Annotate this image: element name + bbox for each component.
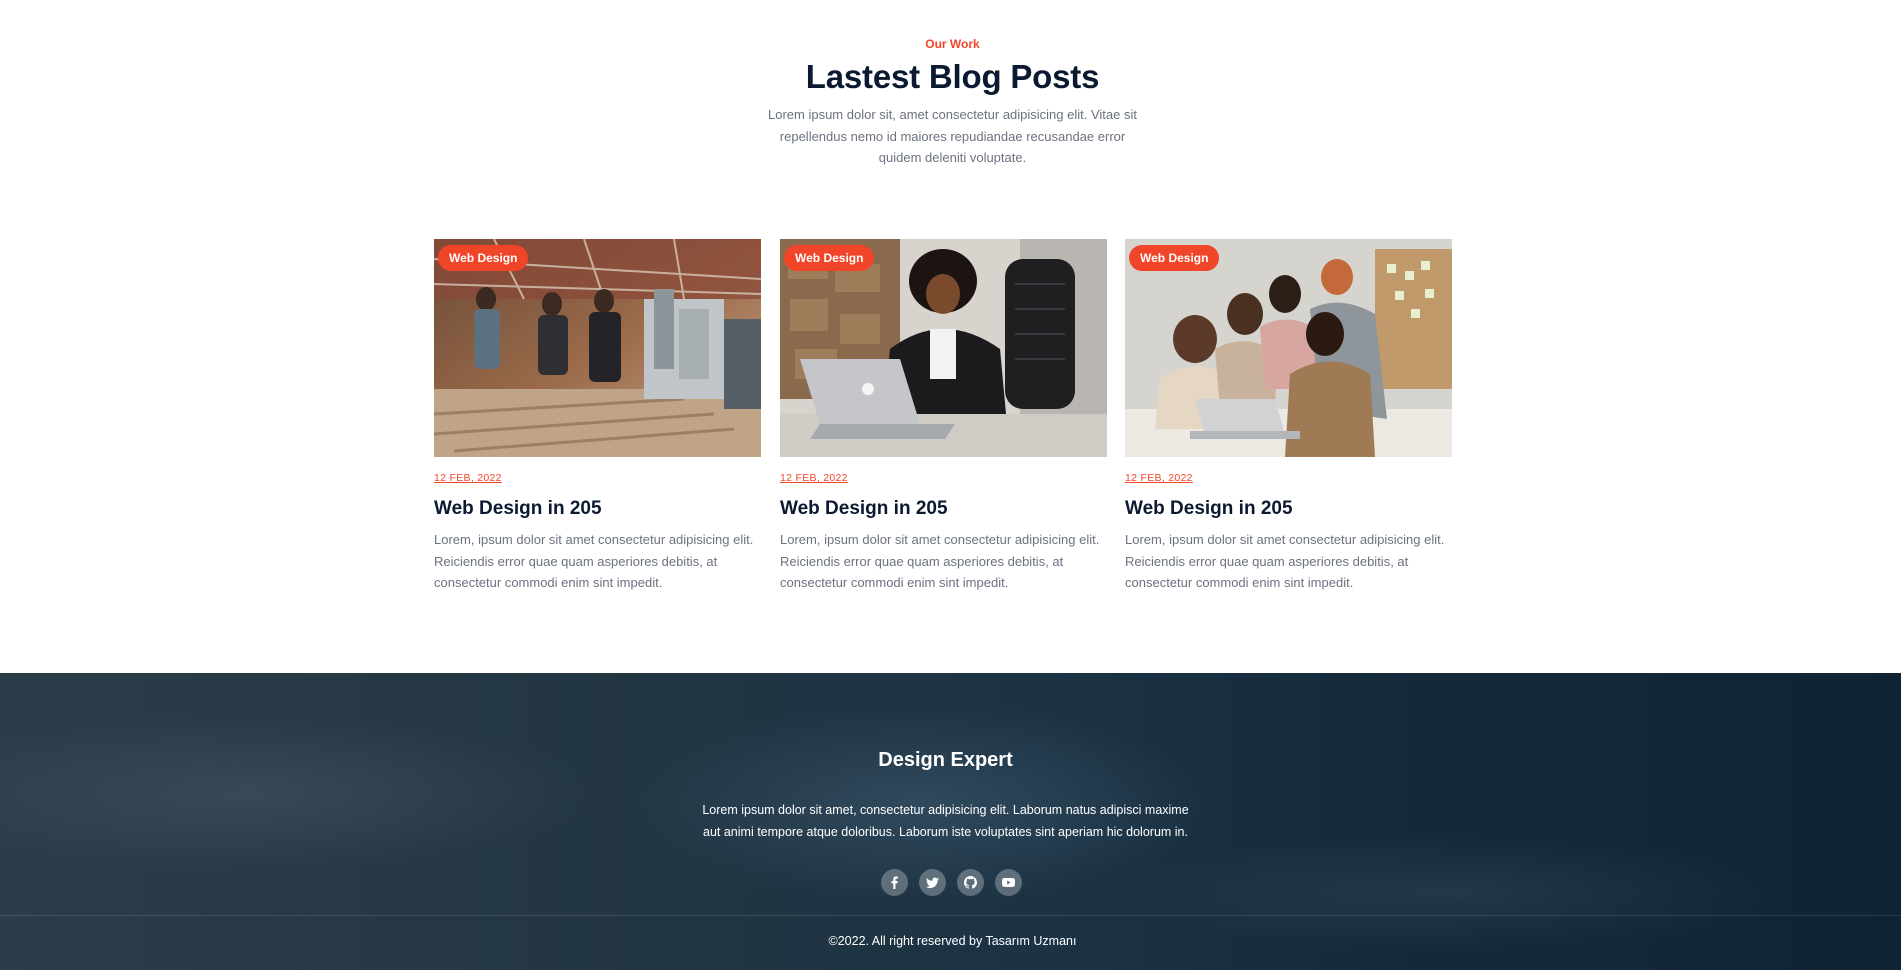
section-title: Lastest Blog Posts (805, 58, 1100, 95)
post-title[interactable]: Web Design in 205 (1125, 498, 1452, 520)
social-links (881, 869, 1022, 896)
footer-description: Lorem ipsum dolor sit amet, consectetur … (702, 803, 1189, 839)
section-eyebrow: Our Work (925, 37, 980, 51)
post-date[interactable]: 12 FEB, 2022 (780, 472, 848, 484)
post-date[interactable]: 12 FEB, 2022 (434, 472, 502, 484)
copyright-text: ©2022. All right reserved by Tasarım Uzm… (828, 934, 1077, 948)
post-excerpt: Lorem, ipsum dolor sit amet consectetur … (434, 532, 754, 590)
post-title[interactable]: Web Design in 205 (434, 498, 761, 520)
post-excerpt: Lorem, ipsum dolor sit amet consectetur … (780, 532, 1100, 590)
category-tag[interactable]: Web Design (784, 245, 875, 271)
post-title[interactable]: Web Design in 205 (780, 498, 1107, 520)
site-footer: Design Expert Lorem ipsum dolor sit amet… (0, 673, 1901, 970)
youtube-icon[interactable] (995, 869, 1022, 896)
github-icon[interactable] (957, 869, 984, 896)
blog-card[interactable]: Web Design 12 FEB, 2022 Web Design in 20… (434, 239, 761, 594)
facebook-icon[interactable] (881, 869, 908, 896)
post-excerpt: Lorem, ipsum dolor sit amet consectetur … (1125, 532, 1445, 590)
category-tag[interactable]: Web Design (1129, 245, 1220, 271)
footer-divider (0, 915, 1901, 916)
footer-background (0, 713, 600, 873)
footer-brand-title: Design Expert (878, 749, 1013, 771)
post-image-workshop[interactable]: Web Design (434, 239, 761, 457)
blog-card[interactable]: Web Design 12 FEB, 2022 Web Design in 20… (780, 239, 1107, 594)
twitter-icon[interactable] (919, 869, 946, 896)
post-image-laptop-woman[interactable]: Web Design (780, 239, 1107, 457)
blog-card[interactable]: Web Design 12 FEB, 2022 Web Design in 20… (1125, 239, 1452, 594)
category-tag[interactable]: Web Design (438, 245, 529, 271)
post-date[interactable]: 12 FEB, 2022 (1125, 472, 1193, 484)
post-image-team[interactable]: Web Design (1125, 239, 1452, 457)
section-description: Lorem ipsum dolor sit, amet consectetur … (768, 107, 1137, 165)
blog-section: Our Work Lastest Blog Posts Lorem ipsum … (0, 0, 1901, 673)
